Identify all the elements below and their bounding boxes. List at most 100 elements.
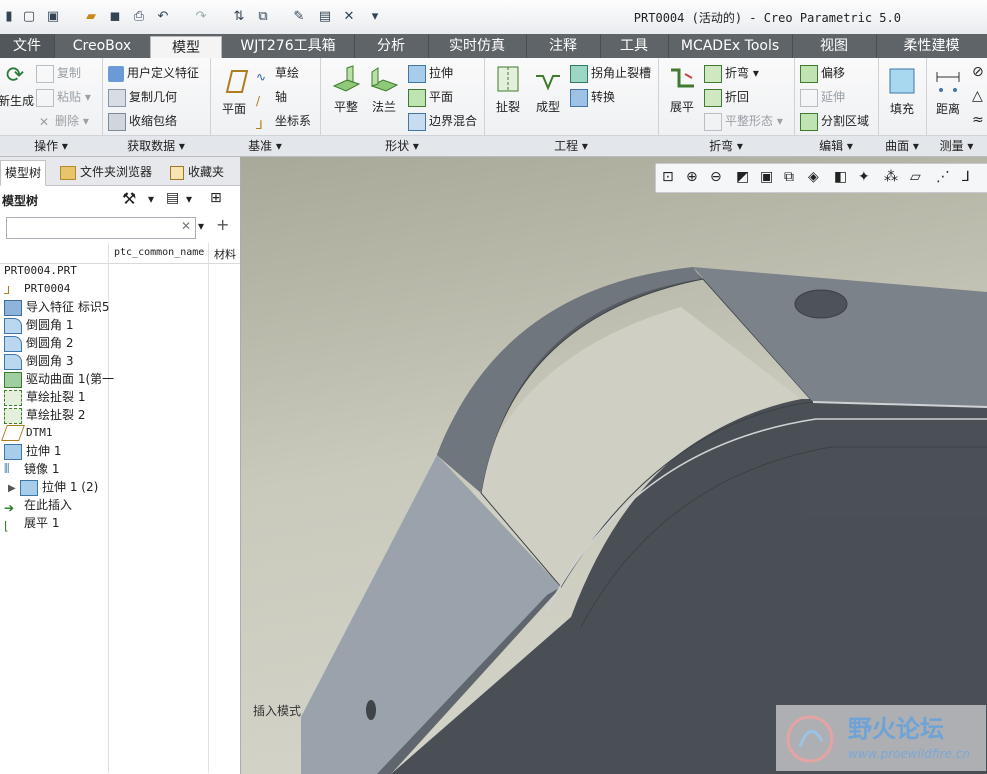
paste-button[interactable]: 粘贴 ▾: [36, 86, 91, 108]
zoom-in-icon[interactable]: ⊕: [686, 169, 698, 185]
flange-button[interactable]: 法兰: [366, 64, 402, 115]
graphics-viewport[interactable]: ⊡ ⊕ ⊖ ◩ ▣ ⧉ ◈ ◧ ✦ ⁂ ▱ ⋰ ⅃ 插入模式 野火论坛 www.…: [241, 157, 987, 774]
view-manager-icon[interactable]: ◈: [808, 169, 819, 185]
tab-file[interactable]: 文件: [0, 34, 55, 58]
tree-show-icon[interactable]: ▤: [166, 190, 179, 206]
axis-display-icon[interactable]: ⁂: [884, 169, 898, 185]
group-datum-label[interactable]: 基准 ▾: [210, 135, 320, 156]
tree-item-sketched-rip-2[interactable]: 草绘扯裂 2: [4, 406, 85, 424]
tree-search-input[interactable]: ✕: [6, 217, 196, 239]
tab-model[interactable]: 模型: [150, 36, 222, 59]
group-surfaces-label[interactable]: 曲面 ▾: [878, 135, 926, 156]
corner-relief-button[interactable]: 拐角止裂槽: [570, 62, 651, 84]
fill-button[interactable]: 填充: [884, 66, 920, 117]
planar-button[interactable]: 平面: [408, 86, 453, 108]
display-style-icon[interactable]: ▣: [760, 169, 773, 185]
angle-icon[interactable]: ⊘: [972, 64, 984, 80]
bend-button[interactable]: 折弯 ▾: [704, 62, 759, 84]
tree-item-extrude-1[interactable]: 拉伸 1: [4, 442, 61, 460]
rip-button[interactable]: 扯裂: [490, 64, 526, 115]
tab-wjt276-toolbox[interactable]: WJT276工具箱: [222, 34, 355, 58]
undo-icon[interactable]: ↶: [154, 8, 172, 26]
shrinkwrap-button[interactable]: 收缩包络: [108, 110, 177, 132]
tree-item-round-3[interactable]: 倒圆角 3: [4, 352, 73, 370]
tab-view[interactable]: 视图: [792, 34, 877, 58]
tab-flexible-modeling[interactable]: 柔性建模: [876, 34, 987, 58]
offset-button[interactable]: 偏移: [800, 62, 845, 84]
tree-item-datum-plane[interactable]: DTM1: [1, 424, 53, 442]
tab-creobox[interactable]: CreoBox: [54, 34, 151, 58]
display-icon[interactable]: ▤: [316, 8, 334, 26]
tab-model-tree[interactable]: 模型树: [0, 160, 47, 186]
group-get-data-label[interactable]: 获取数据 ▾: [102, 135, 210, 156]
group-engineering-label[interactable]: 工程 ▾: [484, 135, 658, 156]
sketch-button[interactable]: ∿ 草绘: [256, 62, 299, 84]
axis-button[interactable]: / 轴: [256, 86, 287, 108]
tree-filter-icon[interactable]: ⊞: [210, 190, 222, 206]
csys-display-icon[interactable]: ⅃: [962, 169, 970, 185]
regenerate-button[interactable]: ⟳ 新生成: [0, 64, 34, 109]
group-editing-label[interactable]: 编辑 ▾: [794, 135, 878, 156]
extrude-button[interactable]: 拉伸: [408, 62, 453, 84]
tree-item-mirror-1[interactable]: ⫴ 镜像 1: [4, 460, 59, 478]
settings-icon[interactable]: ✎: [290, 8, 308, 26]
windows-icon[interactable]: ⧉: [254, 8, 272, 26]
add-column-icon[interactable]: +: [216, 215, 229, 234]
print-icon[interactable]: ⎙: [130, 8, 148, 26]
bend-back-button[interactable]: 折回: [704, 86, 749, 108]
extend-button[interactable]: 延伸: [800, 86, 845, 108]
tab-analysis[interactable]: 分析: [354, 34, 429, 58]
tree-item-insert-here[interactable]: ➔ 在此插入: [4, 496, 72, 515]
customize-dropdown-icon[interactable]: ▾: [366, 8, 384, 26]
column-common-name[interactable]: ptc_common_name: [114, 247, 204, 258]
area-icon[interactable]: △: [972, 88, 983, 104]
refit-icon[interactable]: ⊡: [662, 169, 674, 185]
form-button[interactable]: 成型: [530, 64, 566, 115]
tab-annotate[interactable]: 注释: [526, 34, 601, 58]
tab-folder-browser[interactable]: 文件夹浏览器: [56, 160, 156, 184]
redo-icon[interactable]: ↷: [192, 8, 210, 26]
datum-plane-button[interactable]: 平面: [216, 66, 252, 117]
open-file-icon[interactable]: ▣: [44, 8, 62, 26]
app-icon[interactable]: ▮: [0, 8, 18, 26]
folder-icon[interactable]: ▰: [82, 8, 100, 26]
convert-button[interactable]: 转换: [570, 86, 615, 108]
plane-display-icon[interactable]: ▱: [910, 169, 921, 185]
distance-button[interactable]: 距离: [930, 66, 966, 117]
tree-item-part[interactable]: PRT0004.PRT: [4, 262, 77, 280]
tree-item-extrude-group[interactable]: ▶ 拉伸 1 (2): [4, 478, 98, 496]
tree-item-round-2[interactable]: 倒圆角 2: [4, 334, 73, 352]
perspective-icon[interactable]: ◧: [834, 169, 847, 185]
boundary-blend-button[interactable]: 边界混合: [408, 110, 477, 132]
new-file-icon[interactable]: ▢: [20, 8, 38, 26]
group-operations-label[interactable]: 操作 ▾: [0, 135, 102, 156]
tree-item-sketched-rip-1[interactable]: 草绘扯裂 1: [4, 388, 85, 406]
column-divider[interactable]: [108, 243, 109, 773]
unbend-button[interactable]: 展平: [664, 64, 700, 115]
annotation-display-icon[interactable]: ✦: [858, 169, 870, 185]
copy-geometry-button[interactable]: 复制几何: [108, 86, 177, 108]
tab-mcadex-tools[interactable]: MCADEx Tools: [668, 34, 793, 58]
clear-search-icon[interactable]: ✕: [181, 219, 191, 233]
udf-button[interactable]: 用户定义特征: [108, 62, 199, 84]
tree-item-import-feature[interactable]: 导入特征 标识5: [4, 298, 109, 316]
tree-item-round-1[interactable]: 倒圆角 1: [4, 316, 73, 334]
flat-pattern-button[interactable]: 平整形态 ▾: [704, 110, 783, 132]
tree-item-unbend-1[interactable]: ⌊ 展平 1: [4, 514, 59, 533]
search-dropdown-icon[interactable]: ▾: [198, 219, 204, 233]
length-icon[interactable]: ≈: [972, 112, 984, 128]
csys-button[interactable]: ⅃ 坐标系: [256, 110, 311, 132]
repaint-icon[interactable]: ◩: [736, 169, 749, 185]
close-window-icon[interactable]: ✕: [340, 8, 358, 26]
column-material[interactable]: 材料: [214, 246, 236, 262]
tree-item-driving-surface[interactable]: 驱动曲面 1(第一: [4, 370, 114, 388]
regenerate-icon[interactable]: ⇅: [230, 8, 248, 26]
flat-wall-button[interactable]: 平整: [328, 64, 364, 115]
tree-item-csys[interactable]: ⅃ PRT0004: [4, 280, 70, 298]
group-shapes-label[interactable]: 形状 ▾: [320, 135, 484, 156]
copy-button[interactable]: 复制: [36, 62, 81, 84]
zoom-out-icon[interactable]: ⊖: [710, 169, 722, 185]
tree-settings-dropdown-icon[interactable]: ▾: [148, 192, 154, 206]
part-model-3d[interactable]: [241, 157, 987, 774]
group-bends-label[interactable]: 折弯 ▾: [658, 135, 794, 156]
